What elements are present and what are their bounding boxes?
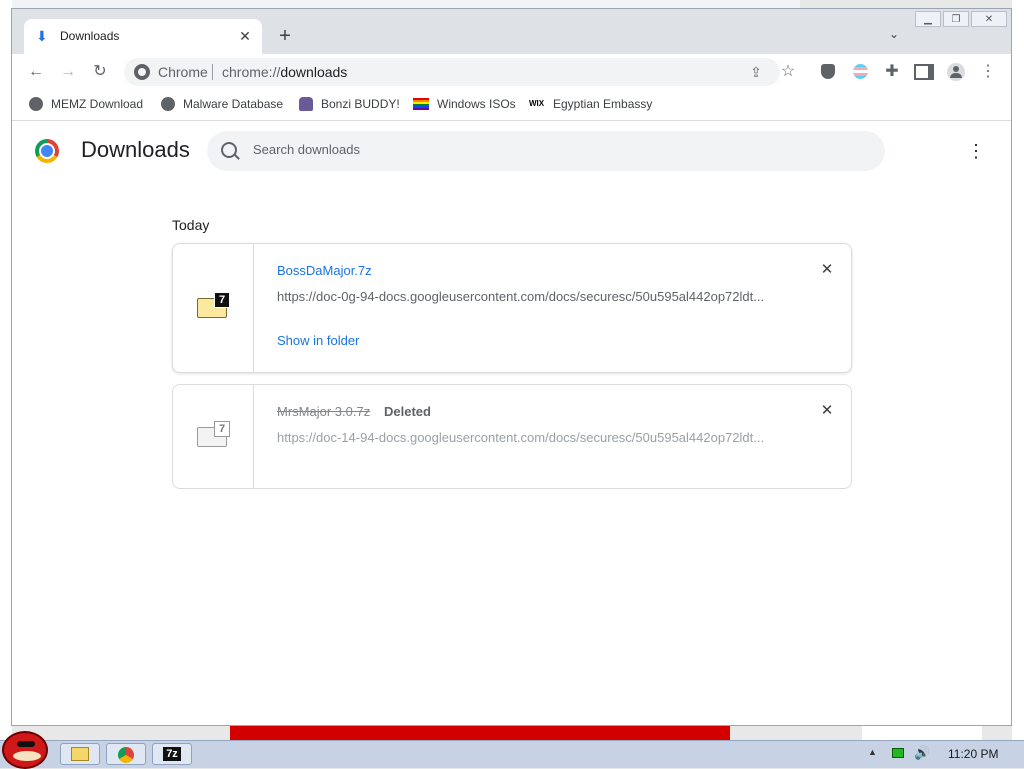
download-icon: ⬇	[36, 28, 48, 44]
chrome-window: ⬇ Downloads ✕ + ⌄ ▁ ❐ ✕ ← → ↻ Chrome chr…	[11, 8, 1012, 726]
globe-icon	[161, 96, 175, 111]
window-controls: ▁ ❐ ✕	[915, 11, 1011, 29]
ublock-icon[interactable]	[818, 62, 838, 82]
new-tab-icon[interactable]: +	[274, 25, 296, 47]
omnibox-separator	[212, 64, 213, 80]
profile-avatar-icon[interactable]	[946, 62, 966, 82]
page-title: Downloads	[81, 137, 190, 162]
desktop-wallpaper-right	[1012, 0, 1024, 740]
file-source-url[interactable]: https://doc-14-94-docs.googleusercontent…	[277, 430, 777, 445]
reload-icon[interactable]: ↻	[90, 62, 110, 82]
page-menu-icon[interactable]: ⋮	[966, 139, 986, 163]
file-name-deleted: MrsMajor 3.0.7z	[277, 404, 371, 419]
url-scheme: chrome://	[222, 64, 281, 80]
show-in-folder-link[interactable]: Show in folder	[277, 333, 359, 348]
rainbow-flag-icon	[413, 97, 429, 110]
bookmark-windows-isos[interactable]: Windows ISOs	[413, 96, 516, 114]
network-icon[interactable]	[892, 748, 904, 758]
extensions-puzzle-icon[interactable]: ✚	[882, 62, 902, 82]
bookmark-memz[interactable]: MEMZ Download	[29, 96, 143, 114]
share-icon[interactable]: ⇪	[746, 62, 766, 82]
globe-icon	[29, 96, 43, 111]
close-window-icon[interactable]: ✕	[971, 11, 1007, 27]
bonzi-icon	[299, 96, 313, 111]
7z-archive-icon: 7	[197, 421, 230, 447]
toolbar: ← → ↻ Chrome chrome://downloads ⇪ ☆ ✚ ⋮	[12, 54, 1011, 90]
search-input[interactable]	[251, 141, 855, 158]
bookmark-bonzi-buddy[interactable]: Bonzi BUDDY!	[299, 96, 400, 114]
taskbar-explorer[interactable]	[60, 743, 100, 765]
address-bar[interactable]: Chrome chrome://downloads ⇪	[124, 58, 780, 86]
bookmarks-bar: MEMZ Download Malware Database Bonzi BUD…	[12, 90, 1011, 121]
file-name-link[interactable]: BossDaMajor.7z	[277, 263, 372, 278]
7zip-icon: 7z	[163, 747, 181, 761]
taskbar: 7z ▲ 🔊 11:20 PM	[0, 731, 1024, 769]
url-path: downloads	[280, 64, 348, 80]
date-section-heading: Today	[172, 217, 210, 233]
restore-icon[interactable]: ❐	[943, 11, 969, 27]
browser-menu-icon[interactable]: ⋮	[978, 62, 998, 82]
remove-item-icon[interactable]: ✕	[817, 401, 837, 421]
tab-close-icon[interactable]: ✕	[236, 27, 254, 45]
minimize-icon[interactable]: ▁	[915, 11, 941, 27]
tab-downloads[interactable]: ⬇ Downloads ✕	[24, 19, 262, 54]
volume-icon[interactable]: 🔊	[914, 745, 930, 761]
start-button-icon[interactable]	[2, 731, 48, 769]
search-downloads-box[interactable]	[207, 131, 885, 171]
7z-archive-icon: 7	[197, 292, 230, 318]
forward-icon[interactable]: →	[58, 62, 78, 82]
file-icon-column: 7	[173, 244, 254, 372]
taskbar-chrome[interactable]	[106, 743, 146, 765]
side-panel-icon[interactable]	[914, 62, 934, 82]
wix-icon: WIX	[529, 98, 545, 108]
tab-search-chevron-icon[interactable]: ⌄	[886, 27, 902, 43]
tray-expand-icon[interactable]: ▲	[868, 747, 877, 757]
folder-icon	[71, 747, 89, 761]
back-icon[interactable]: ←	[26, 62, 46, 82]
clock[interactable]: 11:20 PM	[948, 747, 998, 761]
file-source-url[interactable]: https://doc-0g-94-docs.googleusercontent…	[277, 289, 777, 304]
download-item: 7 MrsMajor 3.0.7z Deleted https://doc-14…	[172, 384, 852, 489]
remove-item-icon[interactable]: ✕	[817, 260, 837, 280]
tab-strip: ⬇ Downloads ✕ + ⌄ ▁ ❐ ✕	[12, 9, 1011, 54]
search-icon	[221, 142, 237, 158]
file-icon-column: 7	[173, 385, 254, 488]
tab-title: Downloads	[60, 29, 120, 43]
downloads-page: Downloads ⋮ Today 7 BossDaMajor.7z https…	[12, 121, 1011, 725]
omnibox-url[interactable]: chrome://downloads	[222, 64, 347, 80]
chrome-icon	[118, 747, 134, 763]
chrome-logo-icon	[35, 139, 59, 163]
chrome-page-icon	[134, 64, 150, 80]
bookmark-star-icon[interactable]: ☆	[778, 62, 798, 82]
bookmark-malware-database[interactable]: Malware Database	[161, 96, 283, 114]
extension-flag-icon[interactable]	[850, 62, 870, 82]
omnibox-chip: Chrome	[158, 64, 208, 80]
bookmark-egyptian-embassy[interactable]: WIX Egyptian Embassy	[529, 96, 652, 114]
download-item: 7 BossDaMajor.7z https://doc-0g-94-docs.…	[172, 243, 852, 373]
status-label: Deleted	[384, 404, 431, 419]
taskbar-7zip[interactable]: 7z	[152, 743, 192, 765]
desktop-wallpaper-strip	[230, 726, 730, 740]
